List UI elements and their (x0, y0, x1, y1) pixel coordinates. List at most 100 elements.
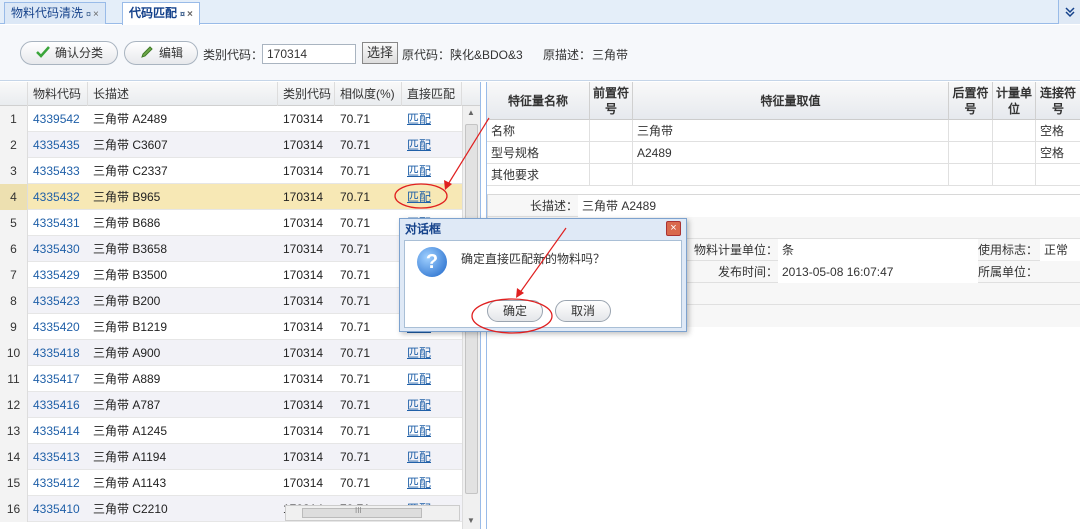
column-header-similarity[interactable]: 相似度(%) (335, 82, 402, 106)
feature-row[interactable]: 其他要求 (487, 164, 1080, 186)
cell-code[interactable]: 4335423 (28, 288, 88, 314)
scroll-down-icon[interactable]: ▼ (467, 516, 475, 525)
cancel-button[interactable]: 取消 (555, 300, 611, 322)
feature-suffix[interactable] (949, 142, 993, 164)
table-row[interactable]: 2 4335435 三角带 C3607 170314 70.71 匹配 (0, 132, 462, 158)
pin-icon[interactable]: ¤ (180, 9, 185, 19)
cell-similarity: 70.71 (340, 424, 371, 438)
match-link[interactable]: 匹配 (402, 132, 462, 158)
feature-prefix[interactable] (590, 120, 633, 142)
confirm-classify-button[interactable]: 确认分类 (20, 41, 118, 65)
original-desc-label: 原描述： (543, 48, 592, 62)
cell-similarity: 70.71 (340, 476, 371, 490)
match-link[interactable]: 匹配 (402, 418, 462, 444)
toolbar: 确认分类 编辑 类别代码： 170314 选择 原代码： 陕化&BDO&3 原描… (0, 25, 1080, 81)
feature-value[interactable] (633, 164, 949, 186)
table-row[interactable]: 64335430三角带 B365817031470.71匹配 (0, 236, 462, 262)
feature-prefix[interactable] (590, 142, 633, 164)
match-link[interactable]: 匹配 (402, 444, 462, 470)
edit-button[interactable]: 编辑 (124, 41, 198, 65)
cell-code[interactable]: 4335435 (28, 132, 88, 158)
column-header-match[interactable]: 直接匹配 (402, 82, 462, 106)
table-row[interactable]: 1 4339542 三角带 A2489 170314 70.71 匹配 (0, 106, 462, 132)
feature-suffix[interactable] (949, 120, 993, 142)
feature-row[interactable]: 名称 三角带 空格 (487, 120, 1080, 142)
cell-category: 170314 (283, 190, 324, 204)
table-row[interactable]: 10 4335418 三角带 A900 170314 70.71 匹配 (0, 340, 462, 366)
feature-join[interactable]: 空格 (1036, 142, 1080, 164)
pencil-icon (139, 44, 155, 66)
table-row[interactable]: 15 4335412 三角带 A1143 170314 70.71 匹配 (0, 470, 462, 496)
cell-code[interactable]: 4335413 (28, 444, 88, 470)
feature-unit[interactable] (993, 164, 1036, 186)
cell-desc: 三角带 A1245 (93, 424, 168, 438)
category-code-input[interactable]: 170314 (262, 44, 356, 64)
cell-code[interactable]: 4335433 (28, 158, 88, 184)
table-row[interactable]: 3 4335433 三角带 C2337 170314 70.71 匹配 (0, 158, 462, 184)
match-link[interactable]: 匹配 (402, 106, 462, 132)
cell-code[interactable]: 4335430 (28, 236, 88, 262)
match-link[interactable]: 匹配 (402, 470, 462, 496)
feature-prefix[interactable] (590, 164, 633, 186)
cell-code[interactable]: 4335432 (28, 184, 88, 210)
row-number: 16 (0, 496, 28, 522)
long-desc-row: 长描述： 三角带 A2489 (488, 195, 1080, 217)
cell-code[interactable]: 4339542 (28, 106, 88, 132)
match-link[interactable]: 匹配 (402, 158, 462, 184)
cell-code[interactable]: 4335414 (28, 418, 88, 444)
table-row[interactable]: 13 4335414 三角带 A1245 170314 70.71 匹配 (0, 418, 462, 444)
cell-similarity: 70.71 (340, 190, 371, 204)
row-number: 7 (0, 262, 28, 288)
feature-suffix[interactable] (949, 164, 993, 186)
cell-code[interactable]: 4335417 (28, 366, 88, 392)
column-header-desc[interactable]: 长描述 (88, 82, 278, 106)
cell-code[interactable]: 4335416 (28, 392, 88, 418)
feature-value[interactable]: A2489 (633, 142, 949, 164)
feature-name[interactable]: 型号规格 (487, 142, 590, 164)
hscroll-thumb[interactable]: III (302, 506, 422, 518)
cell-similarity: 70.71 (340, 294, 371, 308)
table-row[interactable]: 74335429三角带 B350017031470.71匹配 (0, 262, 462, 288)
table-row[interactable]: 94335420三角带 B121917031470.71匹配 (0, 314, 462, 340)
cell-code[interactable]: 4335410 (28, 496, 88, 522)
feature-unit[interactable] (993, 120, 1036, 142)
feature-name[interactable]: 名称 (487, 120, 590, 142)
feature-unit[interactable] (993, 142, 1036, 164)
table-row[interactable]: 11 4335417 三角带 A889 170314 70.71 匹配 (0, 366, 462, 392)
tab-code-match[interactable]: 代码匹配 ¤ × (122, 2, 200, 25)
confirm-dialog: 对话框 × ? 确定直接匹配新的物料吗？ 确定 取消 (399, 218, 687, 332)
table-row[interactable]: 54335431三角带 B68617031470.71匹配 (0, 210, 462, 236)
cell-code[interactable]: 4335418 (28, 340, 88, 366)
table-row[interactable]: 4 4335432 三角带 B965 170314 70.71 匹配 (0, 184, 462, 210)
table-row[interactable]: 84335423三角带 B20017031470.71匹配 (0, 288, 462, 314)
cell-code[interactable]: 4335431 (28, 210, 88, 236)
feature-join[interactable] (1036, 164, 1080, 186)
feature-value[interactable]: 三角带 (633, 120, 949, 142)
match-link[interactable]: 匹配 (402, 392, 462, 418)
question-icon: ? (417, 247, 447, 277)
close-icon[interactable]: × (666, 221, 681, 236)
horizontal-scrollbar[interactable]: III (285, 505, 460, 521)
table-row[interactable]: 14 4335413 三角带 A1194 170314 70.71 匹配 (0, 444, 462, 470)
column-header-code[interactable]: 物料代码 (28, 82, 88, 106)
close-icon[interactable]: × (93, 9, 99, 20)
cell-code[interactable]: 4335429 (28, 262, 88, 288)
scroll-up-icon[interactable]: ▲ (467, 108, 475, 117)
select-button[interactable]: 选择 (362, 42, 398, 64)
feature-name[interactable]: 其他要求 (487, 164, 590, 186)
match-link[interactable]: 匹配 (402, 366, 462, 392)
cell-code[interactable]: 4335412 (28, 470, 88, 496)
table-row[interactable]: 12 4335416 三角带 A787 170314 70.71 匹配 (0, 392, 462, 418)
cell-code[interactable]: 4335420 (28, 314, 88, 340)
close-icon[interactable]: × (187, 9, 193, 20)
ok-button[interactable]: 确定 (487, 300, 543, 322)
pin-icon[interactable]: ¤ (86, 9, 91, 19)
feature-table-header: 特征量名称 前置符号 特征量取值 后置符号 计量单位 连接符号 (487, 82, 1080, 120)
column-header-category[interactable]: 类别代码 (278, 82, 335, 106)
match-link[interactable]: 匹配 (402, 184, 462, 210)
feature-join[interactable]: 空格 (1036, 120, 1080, 142)
match-link[interactable]: 匹配 (402, 340, 462, 366)
tab-material-cleaning[interactable]: 物料代码清洗 ¤ × (4, 2, 106, 24)
feature-row[interactable]: 型号规格 A2489 空格 (487, 142, 1080, 164)
chevron-down-icon[interactable] (1058, 0, 1080, 24)
